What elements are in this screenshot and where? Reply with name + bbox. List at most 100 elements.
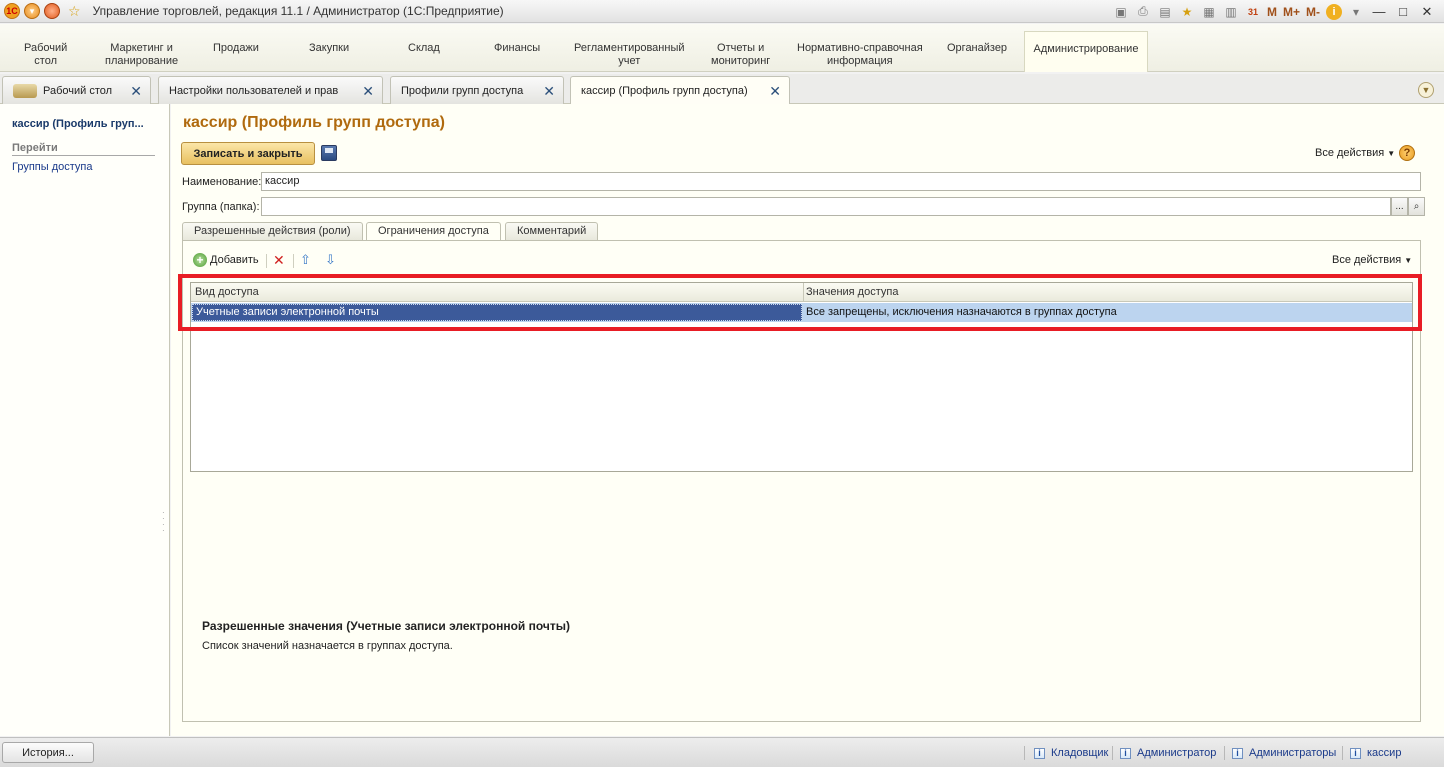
status-separator (1024, 746, 1025, 760)
tab-access-restrictions[interactable]: Ограничения доступа (366, 222, 501, 241)
section-finance[interactable]: Финансы (494, 42, 540, 55)
all-actions-label: Все действия (1315, 147, 1385, 159)
tab-user-settings[interactable]: Настройки пользователей и прав ✕ (158, 76, 383, 104)
highlight-frame (178, 274, 1422, 331)
all-actions-menu[interactable]: Все действия ▼ (1315, 147, 1395, 159)
open-windows-bar: Рабочий стол ✕ Настройки пользователей и… (0, 74, 1444, 105)
status-item-storekeeper[interactable]: i Кладовщик (1034, 747, 1108, 759)
allowed-values-title: Разрешенные значения (Учетные записи эле… (202, 619, 570, 633)
info-icon: i (1120, 747, 1131, 759)
add-button-label: Добавить (210, 254, 259, 266)
save-disk-icon[interactable] (321, 145, 337, 161)
favorites-star-icon[interactable]: ☆ (68, 3, 81, 20)
close-window-button[interactable]: ✕ (1418, 4, 1436, 20)
section-reports[interactable]: Отчеты и мониторинг (711, 42, 770, 68)
info-icon: i (1034, 747, 1045, 759)
add-favorite-icon[interactable]: ★ (1179, 4, 1195, 20)
panel-splitter[interactable]: · · · · (162, 509, 166, 536)
section-administration[interactable]: Администрирование (1024, 31, 1148, 72)
tab-allowed-actions[interactable]: Разрешенные действия (роли) (182, 222, 363, 240)
table-all-actions-label: Все действия (1332, 254, 1402, 266)
help-icon[interactable]: ? (1399, 145, 1415, 161)
save-and-close-button[interactable]: Записать и закрыть (181, 142, 315, 165)
maximize-button[interactable]: □ (1394, 4, 1412, 19)
preview-icon[interactable]: ▤ (1157, 4, 1173, 20)
tab-cashier-profile-label: кассир (Профиль групп доступа) (581, 85, 748, 97)
section-organizer[interactable]: Органайзер (947, 42, 1007, 55)
status-item-label: Администратор (1137, 747, 1217, 759)
page-title: кассир (Профиль групп доступа) (183, 114, 445, 131)
app-logo-icon[interactable]: 1С (4, 3, 20, 19)
move-up-icon[interactable]: ⇧ (300, 252, 311, 268)
tab-desktop-label: Рабочий стол (43, 84, 113, 97)
chevron-down-icon[interactable]: ▾ (1348, 4, 1364, 20)
tabs-list-chevron-icon[interactable]: ▼ (1418, 82, 1434, 98)
search-icon[interactable]: ⌕ (1408, 197, 1425, 216)
section-regulated-accounting[interactable]: Регламентированный учет (574, 42, 685, 68)
toolbar-separator (293, 254, 294, 268)
history-icon[interactable]: ▦ (1201, 4, 1217, 20)
minimize-button[interactable]: — (1370, 4, 1388, 19)
nav-title[interactable]: кассир (Профиль груп... (12, 118, 144, 130)
name-input[interactable]: кассир (261, 172, 1421, 191)
calculator-icon[interactable]: ▥ (1223, 4, 1239, 20)
title-bar: 1С ▾ ☆ Управление торговлей, редакция 11… (0, 0, 1444, 23)
tab-access-profiles-label: Профили групп доступа (401, 84, 524, 97)
close-icon[interactable]: ✕ (130, 83, 142, 100)
select-button[interactable]: ... (1391, 197, 1408, 216)
print-icon[interactable]: ⎙ (1135, 4, 1151, 20)
section-reference-info[interactable]: Нормативно-справочная информация (797, 42, 923, 68)
status-item-administrator[interactable]: i Администратор (1120, 747, 1216, 759)
nav-link-access-groups[interactable]: Группы доступа (12, 161, 92, 173)
titlebar-tools: ▣ ⎙ ▤ ★ ▦ ▥ 31 M M+ M- i ▾ — □ ✕ (1113, 0, 1444, 23)
add-button[interactable]: + Добавить (193, 253, 259, 267)
info-icon: i (1350, 747, 1361, 759)
section-warehouse[interactable]: Склад (408, 42, 440, 55)
plus-icon: + (193, 253, 207, 267)
section-desktop[interactable]: Рабочий стол (24, 42, 67, 68)
tab-comment[interactable]: Комментарий (505, 222, 599, 240)
toolbar-separator (266, 254, 267, 268)
history-button[interactable]: История... (2, 742, 94, 763)
table-all-actions-menu[interactable]: Все действия ▼ (1332, 254, 1412, 266)
section-marketing[interactable]: Маркетинг и планирование (105, 42, 178, 68)
main-menu-icon[interactable]: ▾ (24, 3, 40, 19)
sections-panel: Рабочий стол Маркетинг и планирование Прод… (0, 24, 1444, 72)
form-area: кассир (Профиль групп доступа) Записать … (171, 104, 1444, 736)
memory-m-plus-button[interactable]: M+ (1283, 5, 1300, 19)
info-icon[interactable]: i (1326, 3, 1342, 20)
status-item-administrators[interactable]: i Администраторы (1232, 747, 1336, 759)
move-down-icon[interactable]: ⇩ (325, 252, 336, 268)
record-icon[interactable] (44, 3, 60, 19)
navigation-panel: кассир (Профиль груп... Перейти Группы д… (0, 104, 170, 736)
chevron-down-icon: ▼ (1404, 256, 1413, 265)
save-disk-icon[interactable]: ▣ (1113, 4, 1129, 20)
section-purchases[interactable]: Закупки (309, 42, 349, 55)
status-item-cashier[interactable]: i кассир (1350, 747, 1401, 759)
close-icon[interactable]: ✕ (362, 83, 374, 100)
tab-user-settings-label: Настройки пользователей и прав (169, 84, 339, 97)
tab-desktop[interactable]: Рабочий стол ✕ (2, 76, 151, 104)
tab-access-profiles[interactable]: Профили групп доступа ✕ (390, 76, 564, 104)
group-input[interactable] (261, 197, 1391, 216)
status-item-label: Кладовщик (1051, 747, 1109, 759)
calendar-icon[interactable]: 31 (1245, 4, 1261, 20)
section-sales[interactable]: Продажи (213, 42, 259, 55)
window-title: Управление торговлей, редакция 11.1 / Ад… (92, 4, 504, 18)
delete-icon[interactable]: ✕ (273, 252, 285, 269)
memory-m-button[interactable]: M (1267, 5, 1277, 19)
allowed-values-text: Список значений назначается в группах до… (202, 640, 453, 652)
desktop-icon (13, 83, 37, 98)
status-bar: История... i Кладовщик i Администратор i Ад… (0, 737, 1444, 767)
close-icon[interactable]: ✕ (769, 83, 781, 100)
chevron-down-icon: ▼ (1387, 149, 1396, 158)
info-icon: i (1232, 747, 1243, 759)
status-separator (1224, 746, 1225, 760)
status-separator (1342, 746, 1343, 760)
memory-m-minus-button[interactable]: M- (1306, 5, 1320, 19)
close-icon[interactable]: ✕ (543, 83, 555, 100)
status-item-label: кассир (1367, 747, 1402, 759)
status-item-label: Администраторы (1249, 747, 1337, 759)
tab-cashier-profile[interactable]: кассир (Профиль групп доступа) ✕ (570, 76, 790, 105)
nav-section-goto: Перейти (12, 142, 155, 156)
